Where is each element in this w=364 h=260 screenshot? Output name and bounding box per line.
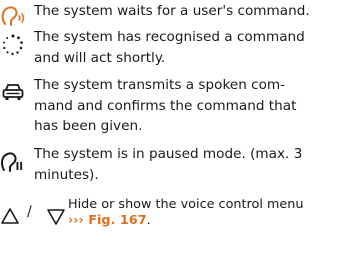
status-item-line: The system has recognised a command bbox=[34, 29, 305, 45]
voice-paused-icon bbox=[0, 150, 34, 174]
status-item-line: The system is in paused mode. (max. 3 bbox=[34, 146, 303, 162]
triangle-up-down-icon bbox=[0, 204, 66, 228]
status-item-line: The system transmits a spoken com- bbox=[34, 77, 286, 93]
status-item-line: The system waits for a user's command. bbox=[34, 3, 310, 19]
status-item-line: mand and confirms the command that bbox=[34, 97, 297, 114]
voice-waiting-icon bbox=[0, 4, 34, 28]
processing-spinner-icon bbox=[0, 33, 34, 57]
status-item-line: minutes). bbox=[34, 166, 99, 183]
status-item-line: Hide or show the voice control menu bbox=[68, 197, 304, 212]
status-item-line: has been given. bbox=[34, 118, 143, 134]
status-item-line: and will act shortly. bbox=[34, 49, 166, 66]
icon-separator: / bbox=[27, 204, 32, 220]
car-icon bbox=[0, 81, 34, 105]
reference-suffix: . bbox=[146, 213, 151, 228]
figure-reference-link[interactable]: ››› Fig. 167 bbox=[68, 213, 147, 228]
status-item-line: ››› Fig. 167. bbox=[68, 213, 304, 229]
